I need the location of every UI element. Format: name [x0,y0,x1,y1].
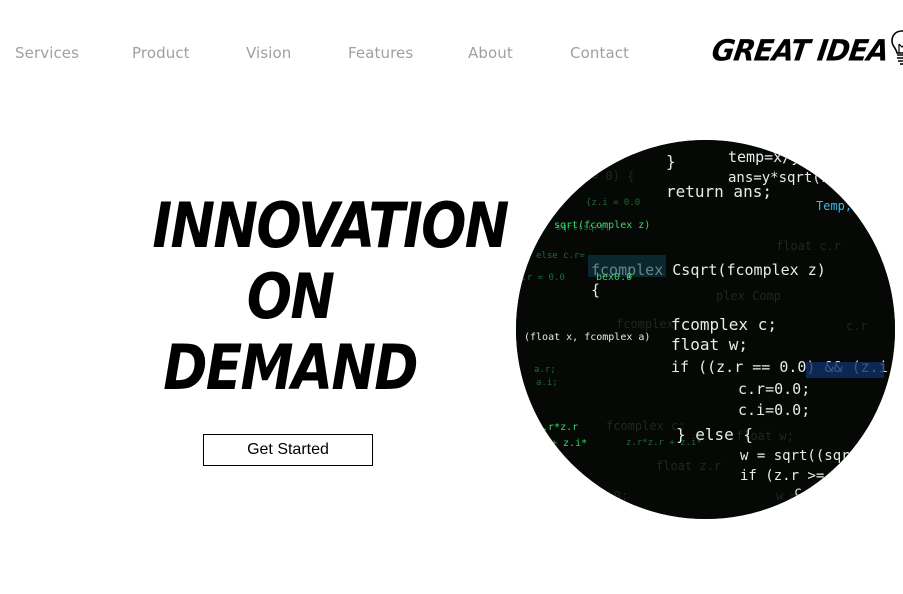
code-line-1: temp=x/y; [728,148,809,166]
code-line-7: { [591,281,600,299]
code-line-3: } [666,152,676,171]
svg-text:fcomplex: fcomplex [616,317,674,331]
lightbulb-icon [890,29,903,72]
svg-text:else c.r=: else c.r= [536,251,585,261]
nav-vision-link[interactable]: Vision [246,44,291,62]
svg-text:plex Comp: plex Comp [716,289,781,303]
hero-title-line-3: DEMAND [163,331,418,404]
svg-text:{z.i = 0.0: {z.i = 0.0 [586,198,640,208]
code-line-15: w = sqrt((sqrt(z.r [740,448,892,464]
top-navigation: Services Product Vision Features About C… [0,0,903,105]
code-line-16: if (z.r >= 0.0) [740,468,866,484]
svg-text:fcomplex c;: fcomplex c; [606,419,685,433]
svg-text:c.r = 0.0;: c.r = 0.0; [556,489,628,503]
code-line-5: sqrt(fcomplex z) [554,220,650,231]
hero-title: INNOVATION ON DEMAND [130,189,509,404]
svg-text:float z.r: float z.r [656,459,721,473]
svg-text:Temp;: Temp; [816,199,852,213]
hero-title-line-2: ON [246,260,335,333]
svg-text:w = sqrt: w = sqrt [776,489,834,503]
hero-title-line-1: INNOVATION [152,189,509,262]
code-line-10: float w; [671,335,748,354]
svg-text:a.i;: a.i; [536,378,558,388]
nav-services-link[interactable]: Services [15,44,79,62]
code-image: if (z.r == 0) { float c.r plex Comp c.r … [516,140,895,519]
code-image-canvas: if (z.r == 0) { float c.r plex Comp c.r … [516,140,895,519]
nav-features-link[interactable]: Features [348,44,413,62]
code-line-12: c.r=0.0; [738,380,810,398]
code-line-14: } else { [676,425,753,444]
svg-text:float c.r: float c.r [776,239,841,253]
svg-text:a.r;: a.r; [534,365,556,375]
nav-product-link[interactable]: Product [132,44,190,62]
svg-text:bex0.0: bex0.0 [596,272,632,283]
svg-text:w.r z.r: w.r z.r [526,453,565,463]
site-logo[interactable]: GREAT IDEA [709,29,903,72]
code-line-8: (float x, fcomplex a) [524,332,650,343]
svg-text:c.r: c.r [846,319,868,333]
svg-text:if (z.r == 0) {: if (z.r == 0) { [526,169,634,183]
nav-about-link[interactable]: About [468,44,513,62]
code-line-9: fcomplex c; [671,315,777,334]
nav-contact-link[interactable]: Contact [570,44,629,62]
code-line-17: c.r [794,485,818,500]
svg-text:a.r = 0.0: a.r = 0.0 [516,273,565,283]
svg-text:z.r*z.r: z.r*z.r [536,422,578,433]
code-line-13: c.i=0.0; [738,401,810,419]
svg-text:+ z.i*: + z.i* [551,438,587,449]
logo-text: GREAT IDEA [709,32,891,68]
get-started-button[interactable]: Get Started [203,434,373,466]
code-line-4: return ans; [666,182,772,201]
